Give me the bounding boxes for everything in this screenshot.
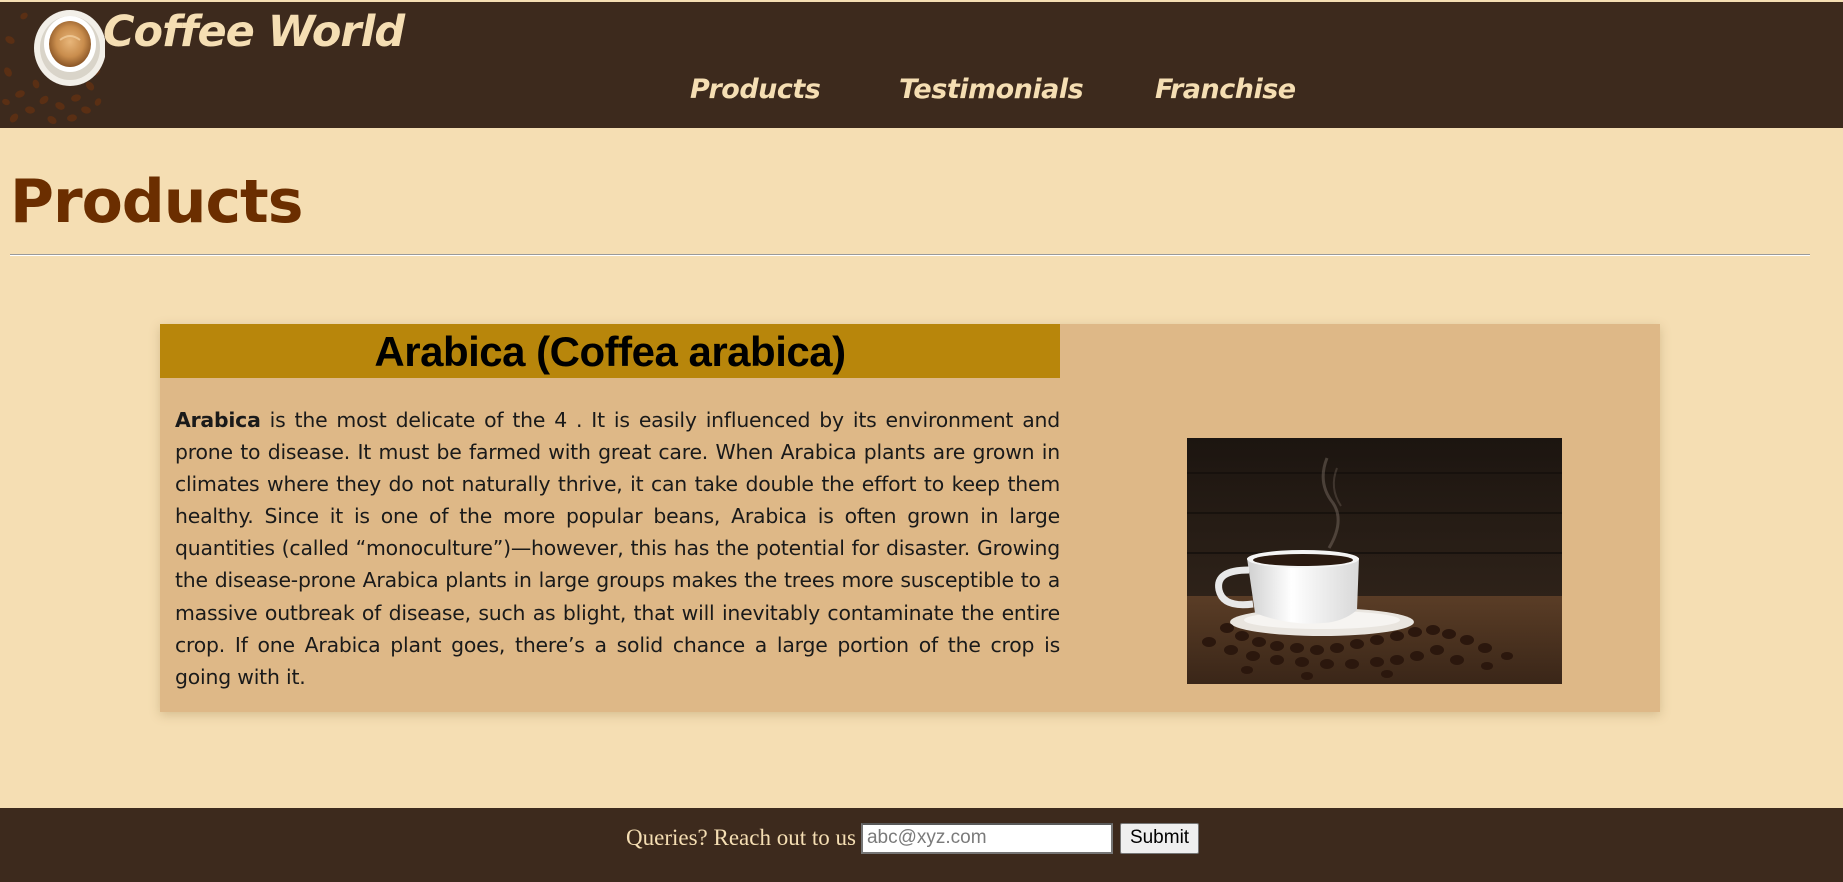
nav-link-products[interactable]: Products — [690, 72, 821, 108]
coffee-logo-icon[interactable] — [0, 2, 106, 128]
page-title: Products — [10, 167, 303, 237]
site-header: Coffee World Products Testimonials Franc… — [0, 2, 1843, 128]
submit-button[interactable]: Submit — [1119, 822, 1200, 854]
site-footer: Queries? Reach out to us Submit — [0, 808, 1843, 882]
title-divider — [10, 254, 1810, 256]
query-label: Queries? Reach out to us — [626, 825, 856, 850]
product-name-bold: Arabica — [175, 408, 261, 432]
product-description-text: is the most delicate of the 4 . It is ea… — [175, 408, 1060, 689]
nav-link-testimonials[interactable]: Testimonials — [899, 72, 1084, 108]
product-description: Arabica is the most delicate of the 4 . … — [175, 404, 1060, 693]
nav-link-franchise[interactable]: Franchise — [1155, 72, 1296, 108]
site-brand-title[interactable]: Coffee World — [103, 4, 405, 60]
coffee-cup-photo-icon — [1187, 438, 1562, 684]
email-input[interactable] — [860, 822, 1113, 854]
query-form: Queries? Reach out to us Submit — [626, 822, 1200, 854]
product-heading: Arabica (Coffea arabica) — [160, 324, 1060, 378]
product-card: Arabica (Coffea arabica) Arabica is the … — [160, 324, 1660, 712]
